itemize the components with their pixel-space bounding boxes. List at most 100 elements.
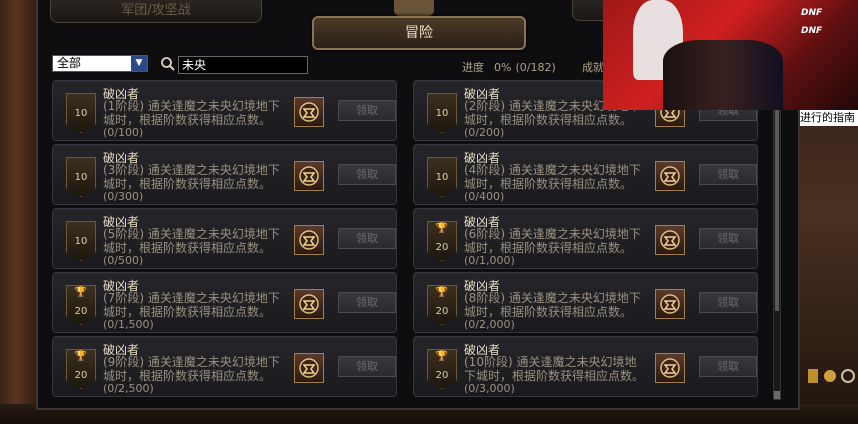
claim-button[interactable]: 领取 xyxy=(699,164,757,185)
search-icon xyxy=(161,57,175,71)
scrollbar-thumb[interactable] xyxy=(775,91,779,311)
progress-label: 进度 xyxy=(462,61,484,74)
reward-icon[interactable] xyxy=(294,289,324,319)
promo-banner[interactable]: DNF DNF xyxy=(603,0,858,110)
promo-logo-top: DNF xyxy=(801,8,823,18)
progress-count: (0/182) xyxy=(515,61,556,74)
achievement-progress: (0/3,000) xyxy=(464,382,515,395)
achievement-card: 🏆 20 破凶者 (10阶段) 通关逢魔之未央幻境地下城时，根据阶数获得相应点数。 (0… xyxy=(413,336,758,397)
promo-group-art xyxy=(663,40,783,110)
achievement-stage: (2阶段) xyxy=(464,99,505,113)
achievement-description: (10阶段) 通关逢魔之未央幻境地下城时，根据阶数获得相应点数。 xyxy=(464,355,644,383)
progress-summary: 进度 0% (0/182) xyxy=(462,59,556,75)
trophy-badge-icon: 🏆 20 xyxy=(427,221,457,261)
achievement-stage: (4阶段) xyxy=(464,163,505,177)
point-badge-icon: 10 xyxy=(66,221,96,261)
achievement-card: 🏆 20 破凶者 (7阶段) 通关逢魔之未央幻境地下城时，根据阶数获得相应点数。 (0/… xyxy=(52,272,397,333)
achievement-stage: (10阶段) xyxy=(464,355,513,369)
achievement-description: (4阶段) 通关逢魔之未央幻境地下城时，根据阶数获得相应点数。 xyxy=(464,163,644,191)
trophy-icon: 🏆 xyxy=(435,287,449,298)
progress-percent: 0% xyxy=(494,61,512,74)
claim-button[interactable]: 领取 xyxy=(699,292,757,313)
reward-icon[interactable] xyxy=(655,225,685,255)
achievement-points: 10 xyxy=(435,172,449,183)
claim-button[interactable]: 领取 xyxy=(338,292,396,313)
promo-logo-bottom: DNF xyxy=(801,26,823,36)
achievement-points: 20 xyxy=(435,242,449,253)
achievement-progress: (0/2,000) xyxy=(464,318,515,331)
achievement-card: 🏆 20 破凶者 (9阶段) 通关逢魔之未央幻境地下城时，根据阶数获得相应点数。 (0/… xyxy=(52,336,397,397)
reward-icon[interactable] xyxy=(655,353,685,383)
achievement-points: 20 xyxy=(74,306,88,317)
reward-icon[interactable] xyxy=(294,353,324,383)
achievement-points: 20 xyxy=(435,306,449,317)
guide-tooltip: 进行的指南 xyxy=(800,110,858,126)
point-badge-icon: 10 xyxy=(66,93,96,133)
achievement-progress: (0/200) xyxy=(464,126,505,139)
achievement-stage: (8阶段) xyxy=(464,291,505,305)
scroll-emblem-icon xyxy=(394,0,434,16)
achievement-points: 10 xyxy=(74,108,88,119)
achievement-points: 10 xyxy=(74,236,88,247)
trophy-badge-icon: 🏆 20 xyxy=(66,285,96,325)
scroll-down-arrow-icon[interactable] xyxy=(774,391,780,399)
reward-icon[interactable] xyxy=(655,289,685,319)
point-badge-icon: 10 xyxy=(427,157,457,197)
tab-adventure[interactable]: 冒险 xyxy=(312,16,526,50)
achievement-stage: (7阶段) xyxy=(103,291,144,305)
achievement-stage: (1阶段) xyxy=(103,99,144,113)
achievement-points: 10 xyxy=(435,108,449,119)
point-badge-icon: 10 xyxy=(66,157,96,197)
trophy-badge-icon: 🏆 20 xyxy=(66,349,96,389)
reward-icon[interactable] xyxy=(294,97,324,127)
category-dropdown[interactable]: 全部 ▼ xyxy=(52,55,148,72)
achievement-points-label: 成就 xyxy=(582,61,604,74)
category-dropdown-value: 全部 xyxy=(57,56,82,70)
trophy-icon: 🏆 xyxy=(435,223,449,234)
achievement-description: (8阶段) 通关逢魔之未央幻境地下城时，根据阶数获得相应点数。 xyxy=(464,291,644,319)
claim-button[interactable]: 领取 xyxy=(338,356,396,377)
achievement-points: 10 xyxy=(74,172,88,183)
achievement-description: (5阶段) 通关逢魔之未央幻境地下城时，根据阶数获得相应点数。 xyxy=(103,227,283,255)
achievement-stage: (6阶段) xyxy=(464,227,505,241)
trophy-badge-icon: 🏆 20 xyxy=(427,285,457,325)
game-scene-left xyxy=(0,0,40,424)
claim-button[interactable]: 领取 xyxy=(338,100,396,121)
achievement-progress: (0/300) xyxy=(103,190,144,203)
achievement-progress: (0/400) xyxy=(464,190,505,203)
achievement-stage: (9阶段) xyxy=(103,355,144,369)
side-toolbar-icons[interactable] xyxy=(806,366,858,386)
claim-button[interactable]: 领取 xyxy=(699,228,757,249)
reward-icon[interactable] xyxy=(294,161,324,191)
achievement-points: 20 xyxy=(435,370,449,381)
claim-button[interactable]: 领取 xyxy=(338,228,396,249)
achievement-card: 10 破凶者 (3阶段) 通关逢魔之未央幻境地下城时，根据阶数获得相应点数。 (0/3… xyxy=(52,144,397,205)
list-scrollbar[interactable] xyxy=(773,82,781,400)
search-input[interactable]: 未央 xyxy=(178,56,308,74)
achievement-stage: (5阶段) xyxy=(103,227,144,241)
reward-icon[interactable] xyxy=(655,161,685,191)
claim-button[interactable]: 领取 xyxy=(338,164,396,185)
trophy-icon: 🏆 xyxy=(435,351,449,362)
achievement-card: 10 破凶者 (1阶段) 通关逢魔之未央幻境地下城时，根据阶数获得相应点数。 (0/1… xyxy=(52,80,397,141)
chevron-down-icon[interactable]: ▼ xyxy=(131,56,147,71)
tab-guild[interactable]: 军团/攻坚战 xyxy=(50,0,262,23)
achievement-progress: (0/500) xyxy=(103,254,144,267)
achievement-card: 10 破凶者 (5阶段) 通关逢魔之未央幻境地下城时，根据阶数获得相应点数。 (0/5… xyxy=(52,208,397,269)
achievement-description: (1阶段) 通关逢魔之未央幻境地下城时，根据阶数获得相应点数。 xyxy=(103,99,283,127)
achievement-description: (6阶段) 通关逢魔之未央幻境地下城时，根据阶数获得相应点数。 xyxy=(464,227,644,255)
achievement-progress: (0/2,500) xyxy=(103,382,154,395)
achievement-description: (9阶段) 通关逢魔之未央幻境地下城时，根据阶数获得相应点数。 xyxy=(103,355,283,383)
achievement-progress: (0/1,500) xyxy=(103,318,154,331)
achievement-stage: (3阶段) xyxy=(103,163,144,177)
achievement-progress: (0/1,000) xyxy=(464,254,515,267)
achievement-description: (7阶段) 通关逢魔之未央幻境地下城时，根据阶数获得相应点数。 xyxy=(103,291,283,319)
achievement-progress: (0/100) xyxy=(103,126,144,139)
trophy-badge-icon: 🏆 20 xyxy=(427,349,457,389)
achievement-card: 🏆 20 破凶者 (8阶段) 通关逢魔之未央幻境地下城时，根据阶数获得相应点数。 (0/… xyxy=(413,272,758,333)
achievement-card: 🏆 20 破凶者 (6阶段) 通关逢魔之未央幻境地下城时，根据阶数获得相应点数。 (0/… xyxy=(413,208,758,269)
point-badge-icon: 10 xyxy=(427,93,457,133)
achievement-description: (3阶段) 通关逢魔之未央幻境地下城时，根据阶数获得相应点数。 xyxy=(103,163,283,191)
reward-icon[interactable] xyxy=(294,225,324,255)
claim-button[interactable]: 领取 xyxy=(699,356,757,377)
